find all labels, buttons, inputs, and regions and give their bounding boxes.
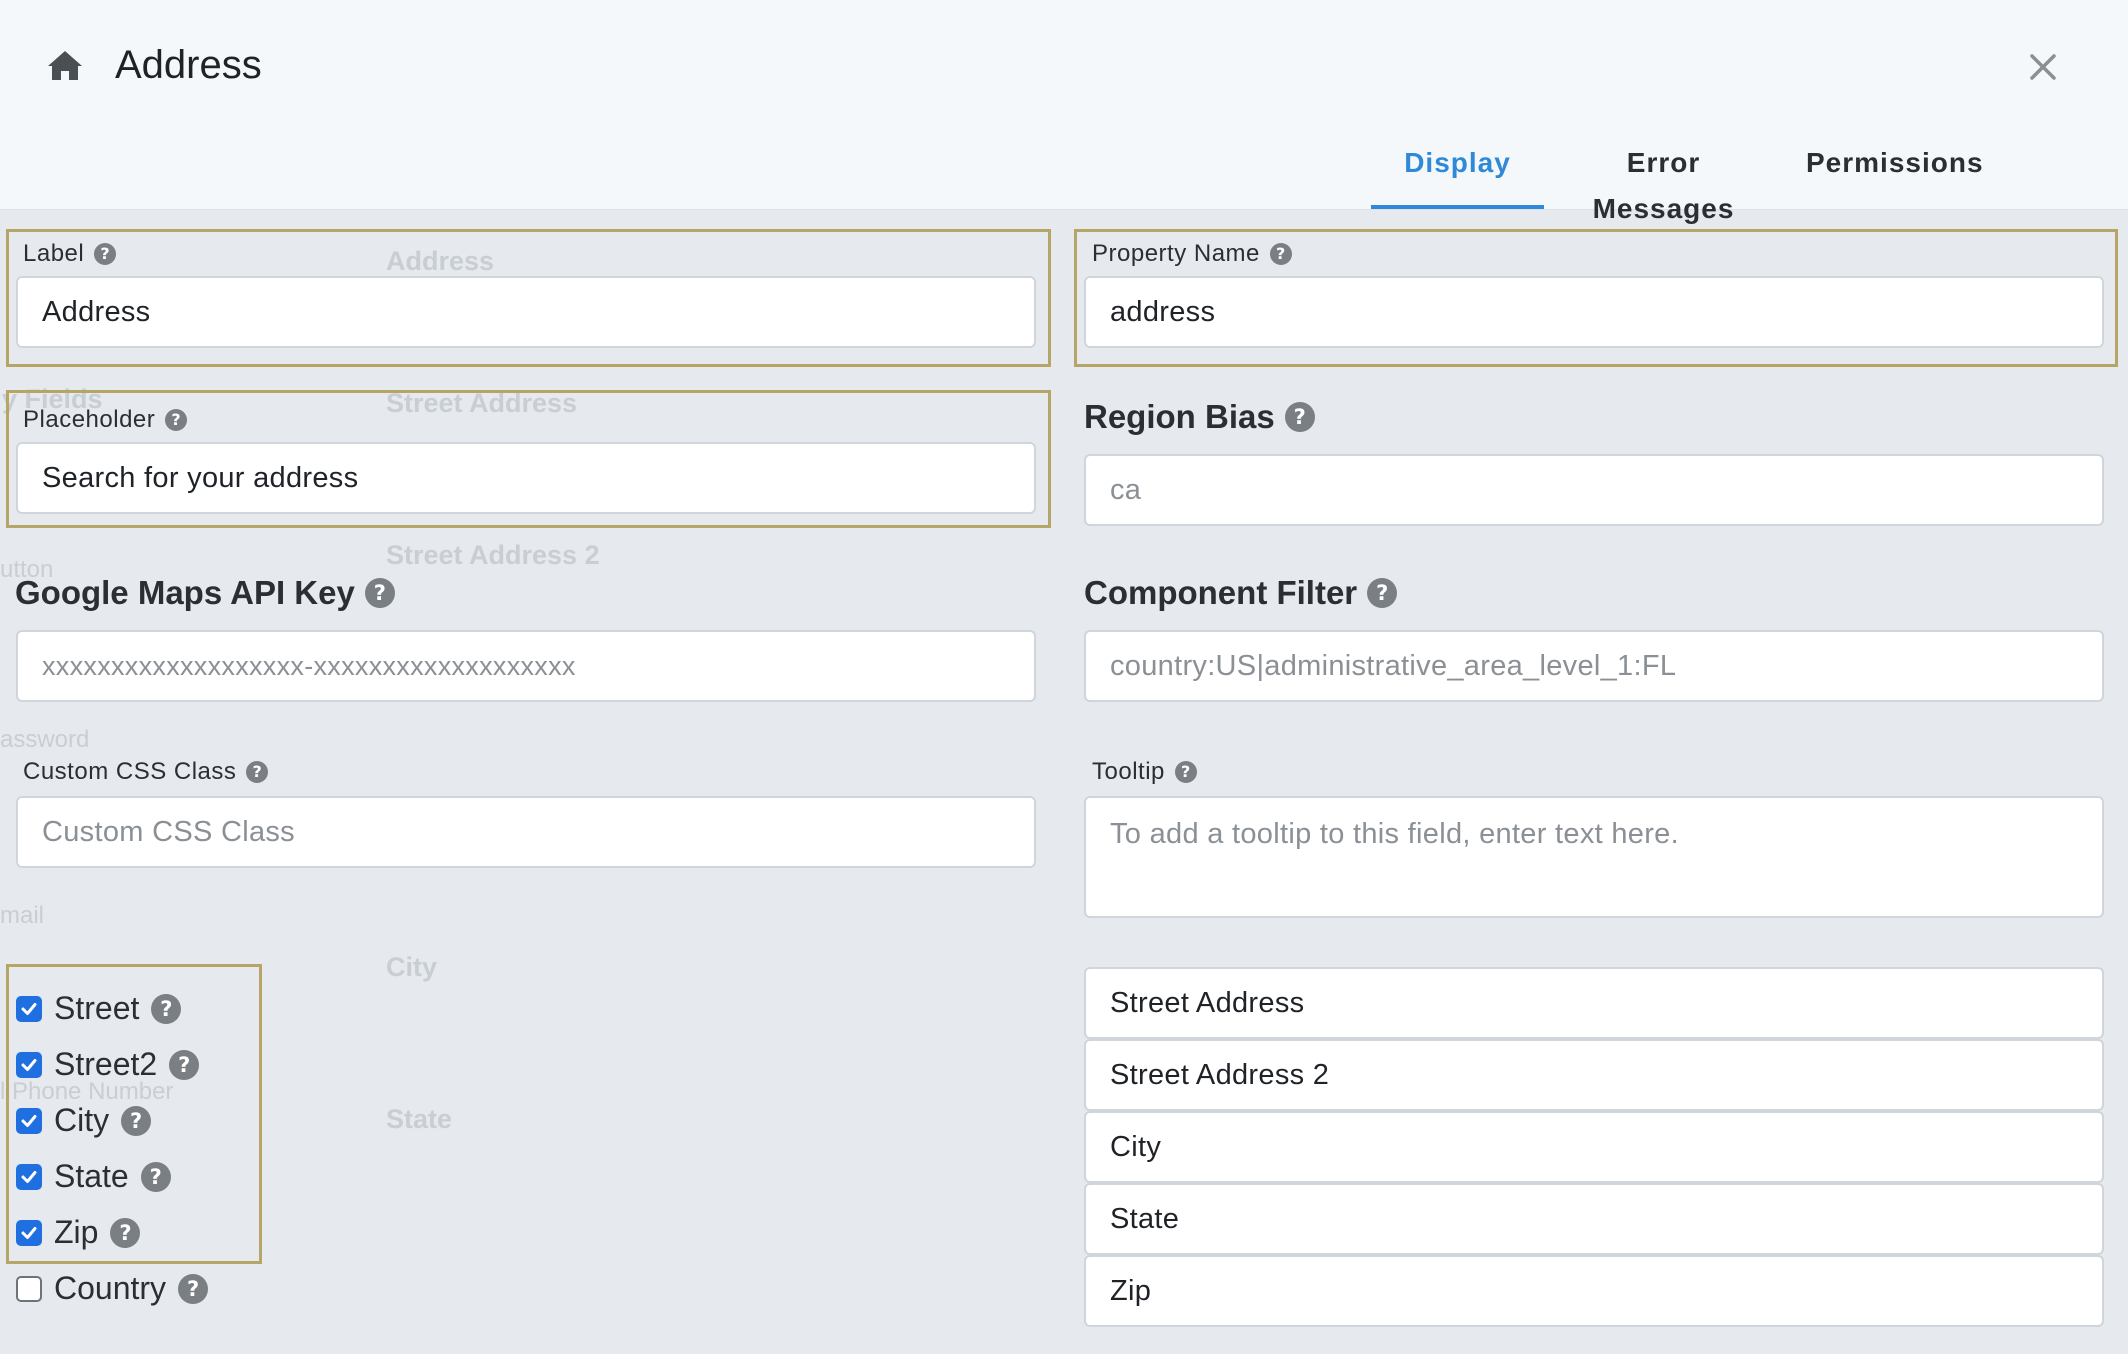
api-key-input[interactable] [16, 630, 1036, 702]
tooltip-label: Tooltip? [1092, 758, 1197, 786]
property-name-label: Property Name? [1092, 240, 1292, 268]
help-icon[interactable]: ? [246, 761, 269, 783]
property-name-input[interactable] [1084, 276, 2104, 348]
help-icon[interactable]: ? [1174, 761, 1197, 783]
street-address-2-input[interactable] [1084, 1039, 2104, 1111]
city-input[interactable] [1084, 1111, 2104, 1183]
help-icon[interactable]: ? [121, 1105, 152, 1136]
tooltip-textarea[interactable] [1084, 796, 2104, 918]
help-icon[interactable]: ? [364, 578, 395, 608]
help-icon[interactable]: ? [1367, 578, 1398, 608]
help-icon[interactable]: ? [165, 409, 188, 431]
state-input[interactable] [1084, 1183, 2104, 1255]
checkbox[interactable] [16, 1275, 42, 1302]
close-icon[interactable] [2028, 52, 2058, 82]
zip-input[interactable] [1084, 1255, 2104, 1327]
checkbox[interactable] [16, 1219, 42, 1246]
bg-label-street-address-2: Street Address 2 [386, 540, 600, 570]
component-filter-input[interactable] [1084, 630, 2104, 702]
checkbox[interactable] [16, 1107, 42, 1134]
css-class-label: Custom CSS Class? [23, 758, 269, 786]
modal-title: Address [115, 43, 262, 87]
street-address-input[interactable] [1084, 967, 2104, 1039]
tab-error-messages[interactable]: Error Messages [1552, 140, 1775, 224]
checkbox-label: City [54, 1102, 110, 1138]
checkbox-label: State [54, 1158, 129, 1194]
help-icon[interactable]: ? [178, 1273, 209, 1304]
checkbox-city: City ? [16, 1102, 152, 1139]
tab-display[interactable]: Display [1371, 140, 1544, 209]
checkbox-street2: Street2 ? [16, 1046, 200, 1083]
tab-permissions[interactable]: Permissions [1806, 140, 1983, 209]
checkbox[interactable] [16, 1163, 42, 1190]
api-key-label: Google Maps API Key? [15, 574, 395, 612]
checkbox-label: Street [54, 990, 140, 1026]
home-icon [48, 51, 82, 80]
checkbox-label: Street2 [54, 1046, 158, 1082]
bg-label-password: assword [0, 726, 90, 753]
help-icon[interactable]: ? [94, 243, 117, 265]
component-filter-label: Component Filter? [1084, 574, 1398, 612]
help-icon[interactable]: ? [151, 993, 182, 1024]
checkbox[interactable] [16, 1051, 42, 1078]
label-input[interactable] [16, 276, 1036, 348]
region-bias-label: Region Bias? [1084, 398, 1315, 436]
checkbox-label: Zip [54, 1214, 99, 1250]
help-icon[interactable]: ? [169, 1049, 200, 1080]
modal-header: Address Display Error Messages Permissio… [0, 0, 2128, 224]
help-icon[interactable]: ? [140, 1161, 171, 1192]
checkbox-country: Country ? [16, 1270, 209, 1307]
help-icon[interactable]: ? [110, 1217, 141, 1248]
bg-label-email: mail [0, 902, 45, 929]
placeholder-input[interactable] [16, 442, 1036, 514]
css-class-input[interactable] [16, 796, 1036, 868]
checkbox-state: State ? [16, 1158, 171, 1195]
help-icon[interactable]: ? [1284, 402, 1315, 432]
bg-label-state: State [386, 1104, 453, 1134]
checkbox-zip: Zip ? [16, 1214, 141, 1251]
checkbox[interactable] [16, 995, 42, 1022]
help-icon[interactable]: ? [1269, 243, 1292, 265]
checkbox-street: Street ? [16, 990, 182, 1027]
label-field-label: Label? [23, 240, 117, 268]
region-bias-input[interactable] [1084, 454, 2104, 526]
bg-label-city: City [386, 952, 438, 982]
placeholder-field-label: Placeholder? [23, 406, 188, 434]
checkbox-label: Country [54, 1270, 167, 1306]
